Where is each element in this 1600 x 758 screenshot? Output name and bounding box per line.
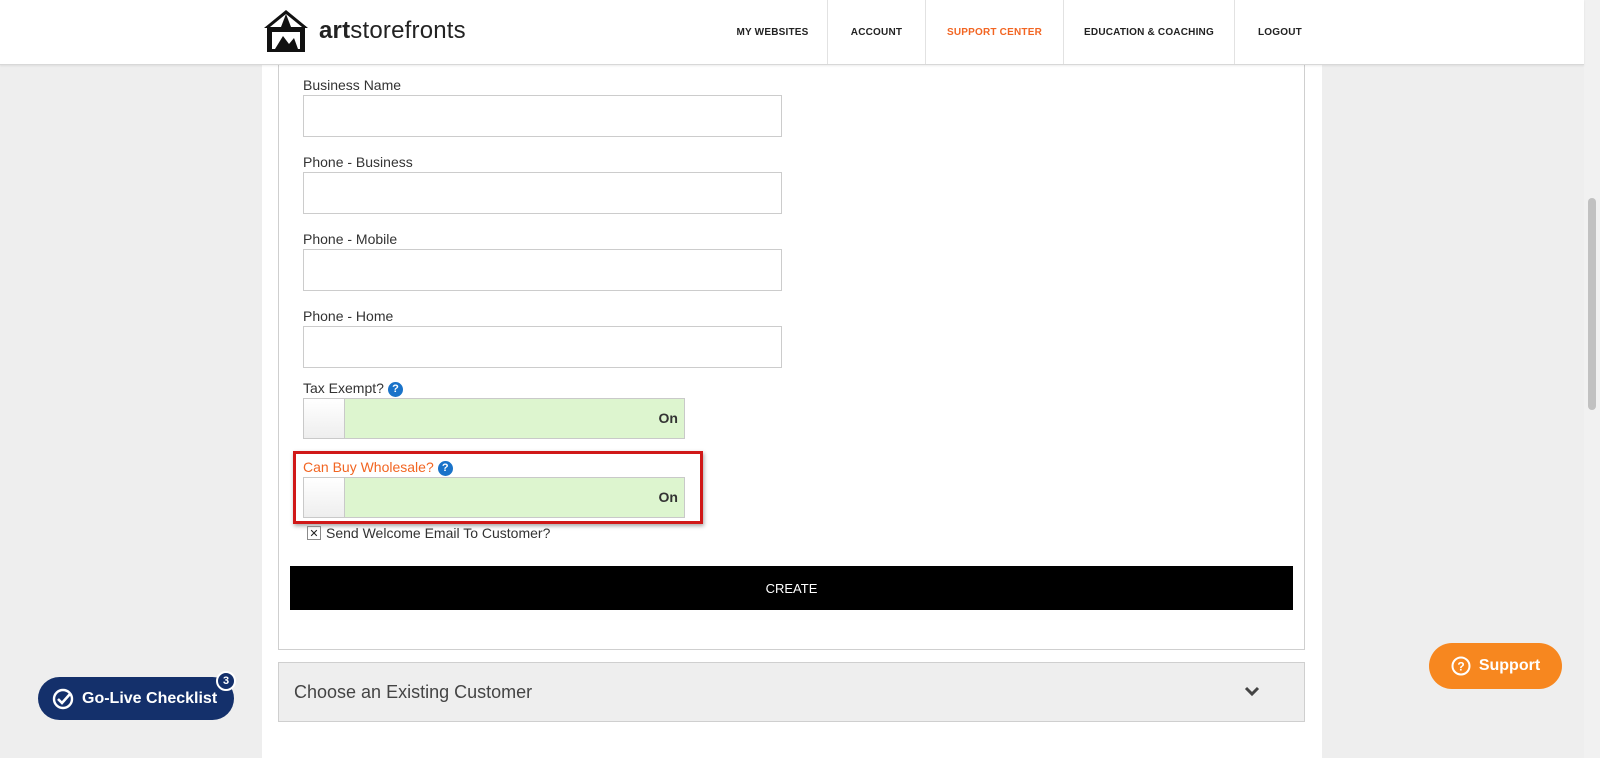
phone-mobile-label: Phone - Mobile (303, 231, 398, 247)
create-button[interactable]: CREATE (290, 566, 1293, 610)
check-circle-icon (52, 688, 74, 709)
highlight-annotation-box (293, 451, 703, 524)
tax-exempt-label: Tax Exempt? (303, 380, 384, 396)
phone-mobile-input[interactable] (303, 249, 782, 291)
question-circle-icon: ? (1451, 656, 1471, 676)
nav-my-websites[interactable]: MY WEBSITES (718, 0, 828, 64)
page-scrollbar[interactable] (1584, 0, 1600, 758)
business-name-label: Business Name (303, 77, 402, 93)
toggle-knob[interactable] (304, 399, 345, 438)
tax-exempt-state: On (658, 410, 678, 426)
scrollbar-thumb[interactable] (1588, 198, 1596, 410)
welcome-email-label: Send Welcome Email To Customer? (326, 525, 551, 541)
nav-support-center[interactable]: SUPPORT CENTER (926, 0, 1064, 64)
nav-account[interactable]: ACCOUNT (828, 0, 926, 64)
svg-text:?: ? (1457, 660, 1464, 674)
phone-home-input[interactable] (303, 326, 782, 368)
phone-business-label: Phone - Business (303, 154, 413, 170)
chevron-down-icon (1244, 686, 1260, 697)
phone-business-input[interactable] (303, 172, 782, 214)
storefront-tent-icon (264, 10, 308, 52)
phone-home-label: Phone - Home (303, 308, 394, 324)
accordion-title: Choose an Existing Customer (294, 682, 533, 702)
tax-exempt-label-row: Tax Exempt?? (303, 380, 403, 397)
main-nav: MY WEBSITES ACCOUNT SUPPORT CENTER EDUCA… (718, 0, 1325, 64)
nav-education-coaching[interactable]: EDUCATION & COACHING (1064, 0, 1235, 64)
brand-name-light: storefronts (350, 17, 466, 44)
choose-existing-customer-accordion[interactable]: Choose an Existing Customer (278, 662, 1305, 722)
brand-logo[interactable]: artstorefronts (261, 8, 466, 54)
nav-logout[interactable]: LOGOUT (1235, 0, 1325, 64)
tax-exempt-toggle[interactable]: On (303, 398, 685, 439)
support-label: Support (1478, 657, 1541, 674)
go-live-checklist-label: Go-Live Checklist (82, 689, 218, 707)
top-header: artstorefronts MY WEBSITES ACCOUNT SUPPO… (0, 0, 1584, 65)
welcome-email-checkbox[interactable]: ✕ (307, 526, 321, 540)
help-question-icon[interactable]: ? (387, 381, 403, 397)
business-name-input[interactable] (303, 95, 782, 137)
brand-name-bold: art (319, 17, 351, 44)
checklist-count-badge: 3 (216, 671, 236, 691)
support-button[interactable]: ? Support (1429, 643, 1562, 689)
go-live-checklist-button[interactable]: Go-Live Checklist 3 (38, 671, 236, 720)
